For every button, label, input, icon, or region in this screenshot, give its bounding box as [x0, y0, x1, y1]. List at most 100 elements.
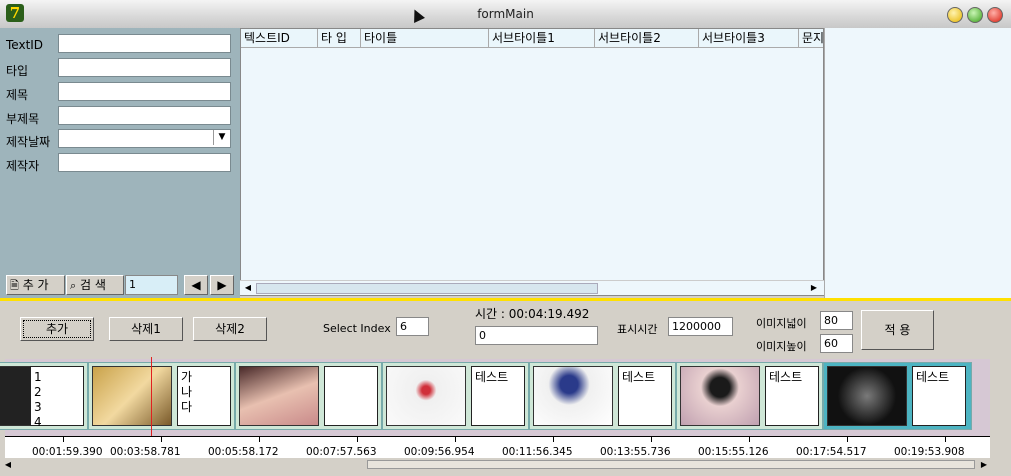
thumbnail-image [680, 366, 760, 426]
author-label: 제작자 [6, 159, 40, 173]
date-dropdown[interactable] [58, 129, 231, 148]
time-label: 시간 : 00:04:19.492 [475, 307, 590, 321]
scroll-right-icon[interactable]: ▶ [978, 459, 990, 471]
title-label: 제목 [6, 88, 29, 102]
timeline-tick [651, 437, 652, 442]
timeline-tick [357, 437, 358, 442]
image-width-label: 이미지넓이 [756, 317, 807, 330]
thumbnail-strip[interactable]: 1 2 3 4 가 나 다 테스트 테스트 테스트 테스트 [0, 359, 990, 436]
timeline-label: 00:09:56.954 [404, 446, 475, 458]
type-label: 타입 [6, 64, 29, 78]
timeline-tick [945, 437, 946, 442]
add-text-button-label: 추 가 [22, 278, 49, 292]
playhead-marker[interactable] [151, 357, 152, 437]
timeline-horizontal-scrollbar[interactable]: ◀ ▶ [0, 458, 1011, 472]
scroll-left-icon[interactable]: ◀ [242, 282, 254, 294]
thumbnail-caption: 1 2 3 4 [30, 366, 84, 429]
timeline-tick [455, 437, 456, 442]
textid-field[interactable] [58, 34, 231, 53]
image-height-input[interactable]: 60 [820, 334, 853, 353]
search-button[interactable]: ⌕ 검 색 [66, 275, 124, 295]
column-header-textid[interactable]: 텍스트ID [241, 29, 318, 47]
thumbnail-image [92, 366, 172, 426]
timeline-label: 00:11:56.345 [502, 446, 573, 458]
text-data-grid[interactable]: 텍스트ID 타 입 타이틀 서브타이틀1 서브타이틀2 서브타이틀3 문지 [240, 28, 824, 296]
subtitle-field[interactable] [58, 106, 231, 125]
title-field[interactable] [58, 82, 231, 101]
minimize-button[interactable] [947, 7, 963, 23]
close-button[interactable] [987, 7, 1003, 23]
timeline-label: 00:03:58.781 [110, 446, 181, 458]
delete1-button[interactable]: 삭제1 [109, 317, 183, 341]
thumbnail-image [239, 366, 319, 426]
textid-label: TextID [6, 38, 44, 52]
thumbnail-frame[interactable]: 테스트 [529, 362, 676, 430]
column-header-type[interactable]: 타 입 [318, 29, 361, 47]
subtitle-label: 부제목 [6, 112, 40, 126]
timeline-label: 00:01:59.390 [32, 446, 103, 458]
type-field[interactable] [58, 58, 231, 77]
timeline-tick [161, 437, 162, 442]
arrow-left-icon: ◀ [191, 278, 201, 292]
grid-horizontal-scrollbar[interactable]: ◀ ▶ [240, 280, 824, 295]
timeline-tick [749, 437, 750, 442]
thumbnail-frame[interactable]: 테스트 [676, 362, 823, 430]
document-icon: 🗎 [10, 279, 19, 292]
grid-scroll-thumb[interactable] [256, 283, 598, 294]
thumbnail-frame-selected[interactable]: 테스트 [823, 362, 972, 430]
timeline-ruler[interactable]: 00:01:59.390 00:03:58.781 00:05:58.172 0… [5, 436, 990, 459]
display-time-label: 표시시간 [617, 323, 658, 336]
thumbnail-caption: 테스트 [765, 366, 819, 426]
select-index-label: Select Index [323, 322, 391, 335]
arrow-right-icon: ▶ [217, 278, 227, 292]
column-header-subtitle3[interactable]: 서브타이틀3 [699, 29, 799, 47]
select-index-input[interactable]: 6 [396, 317, 429, 336]
thumbnail-frame[interactable]: 가 나 다 [88, 362, 235, 430]
timeline-label: 00:17:54.517 [796, 446, 867, 458]
author-field[interactable] [58, 153, 231, 172]
thumbnail-caption: 가 나 다 [177, 366, 231, 426]
scroll-right-icon[interactable]: ▶ [808, 282, 820, 294]
image-width-input[interactable]: 80 [820, 311, 853, 330]
timeline-label: 00:13:55.736 [600, 446, 671, 458]
timeline-tick [553, 437, 554, 442]
prev-button[interactable]: ◀ [184, 275, 208, 295]
splitter-line[interactable] [0, 298, 1011, 301]
date-label: 제작날짜 [6, 135, 51, 149]
thumbnail-caption: 테스트 [471, 366, 525, 426]
column-header-title[interactable]: 타이틀 [361, 29, 489, 47]
thumbnail-frame[interactable]: 1 2 3 4 [0, 362, 88, 430]
column-header-subtitle2[interactable]: 서브타이틀2 [595, 29, 699, 47]
timeline-label: 00:15:55.126 [698, 446, 769, 458]
column-header-subtitle1[interactable]: 서브타이틀1 [489, 29, 595, 47]
thumbnail-frame[interactable]: 테스트 [382, 362, 529, 430]
thumbnail-caption: 테스트 [912, 366, 966, 426]
next-button[interactable]: ▶ [210, 275, 234, 295]
timeline-label: 00:19:53.908 [894, 446, 965, 458]
search-button-label: 검 색 [80, 278, 106, 292]
thumbnail-image [386, 366, 466, 426]
time-input[interactable]: 0 [475, 326, 598, 345]
delete2-button[interactable]: 삭제2 [193, 317, 267, 341]
thumbnail-caption: 테스트 [618, 366, 672, 426]
add-text-button[interactable]: 🗎 추 가 [6, 275, 65, 295]
thumbnail-frame[interactable] [235, 362, 382, 430]
display-time-input[interactable]: 1200000 [668, 317, 733, 336]
thumbnail-caption [324, 366, 378, 426]
window-title: formMain [477, 7, 534, 21]
dropdown-arrow-icon[interactable]: ▼ [213, 130, 230, 145]
timeline-label: 00:07:57.563 [306, 446, 377, 458]
timeline-tick [259, 437, 260, 442]
add-button[interactable]: 추가 [20, 317, 94, 341]
thumbnail-image [827, 366, 907, 426]
title-bar[interactable]: 7 formMain [0, 0, 1011, 29]
scroll-left-icon[interactable]: ◀ [2, 459, 14, 471]
timeline-scroll-thumb[interactable] [367, 460, 975, 469]
maximize-button[interactable] [967, 7, 983, 23]
apply-button[interactable]: 적 용 [861, 310, 934, 350]
preview-area [824, 28, 1011, 298]
timeline-tick [63, 437, 64, 442]
image-height-label: 이미지높이 [756, 340, 807, 353]
column-header-document[interactable]: 문지 [799, 29, 823, 47]
index-input[interactable]: 1 [125, 275, 178, 295]
